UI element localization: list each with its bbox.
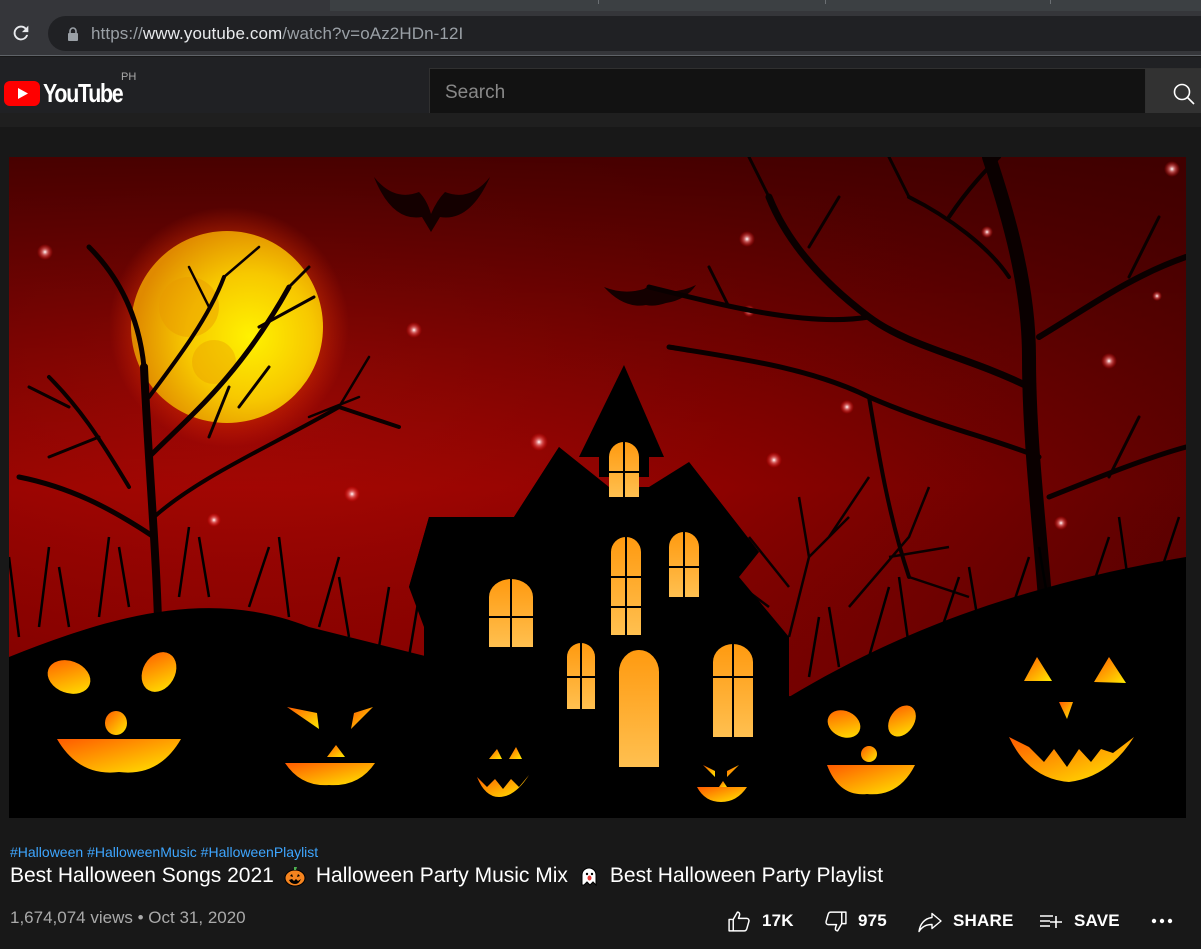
like-count: 17K	[762, 911, 794, 930]
upload-date: Oct 31, 2020	[148, 908, 246, 927]
hashtag-link[interactable]: #HalloweenMusic	[87, 844, 197, 860]
youtube-wordmark: YouTube	[43, 78, 124, 108]
region-code: PH	[121, 71, 137, 83]
reload-icon	[13, 25, 29, 41]
thumbs-up-icon	[728, 910, 750, 932]
share-button[interactable]: SHARE	[917, 905, 1014, 937]
youtube-masthead: YouTube PH	[0, 57, 1201, 127]
url-host: www.youtube.com	[142, 24, 283, 43]
title-text: Best Halloween Party Playlist	[609, 864, 884, 887]
video-player[interactable]	[9, 157, 1186, 818]
url-path: /watch?v=oAz2HDn-12I	[282, 24, 464, 43]
search-input[interactable]	[430, 69, 1145, 116]
video-title: Best Halloween Songs 2021 Halloween Part…	[10, 864, 883, 888]
search-icon	[1173, 83, 1195, 105]
hashtag-list: #Halloween #HalloweenMusic #HalloweenPla…	[10, 844, 318, 860]
meta-separator: •	[137, 908, 144, 927]
browser-tab-active[interactable]	[0, 0, 330, 11]
browser-tab-strip	[0, 0, 1201, 11]
search-button[interactable]	[1145, 68, 1201, 117]
save-button[interactable]: SAVE	[1038, 905, 1120, 937]
url-text[interactable]: https://www.youtube.com/watch?v=oAz2HDn-…	[91, 24, 463, 44]
dislike-button[interactable]: 975	[823, 905, 887, 937]
video-thumbnail-artwork	[9, 157, 1186, 818]
tab-separator	[598, 0, 599, 4]
title-text: Best Halloween Songs 2021	[10, 864, 274, 887]
more-actions-button[interactable]	[1150, 905, 1174, 937]
youtube-logo[interactable]: YouTube	[4, 80, 140, 106]
lock-icon	[68, 27, 78, 41]
view-count: 1,674,074 views	[10, 908, 133, 927]
tab-separator	[825, 0, 826, 4]
dislike-count: 975	[858, 911, 887, 930]
video-meta: 1,674,074 views • Oct 31, 2020	[10, 908, 246, 928]
youtube-play-logo-icon	[4, 80, 40, 106]
share-arrow-icon	[918, 912, 942, 932]
playlist-add-icon	[1040, 915, 1062, 928]
more-horiz-icon	[1151, 918, 1173, 924]
search-box[interactable]	[429, 68, 1145, 117]
like-button[interactable]: 17K	[727, 905, 794, 937]
hashtag-link[interactable]: #HalloweenPlaylist	[201, 844, 319, 860]
hashtag-link[interactable]: #Halloween	[10, 844, 83, 860]
share-label: SHARE	[953, 911, 1014, 930]
url-scheme: https://	[91, 24, 143, 43]
jack-o-lantern-emoji-icon	[284, 867, 306, 887]
title-text: Halloween Party Music Mix	[315, 864, 568, 887]
thumbs-down-icon	[825, 910, 847, 932]
ghost-emoji-icon	[581, 867, 597, 887]
address-bar[interactable]: https://www.youtube.com/watch?v=oAz2HDn-…	[48, 16, 1201, 51]
browser-toolbar: https://www.youtube.com/watch?v=oAz2HDn-…	[0, 11, 1201, 56]
reload-button[interactable]	[10, 22, 32, 44]
tab-separator	[1050, 0, 1051, 4]
save-label: SAVE	[1074, 911, 1120, 930]
